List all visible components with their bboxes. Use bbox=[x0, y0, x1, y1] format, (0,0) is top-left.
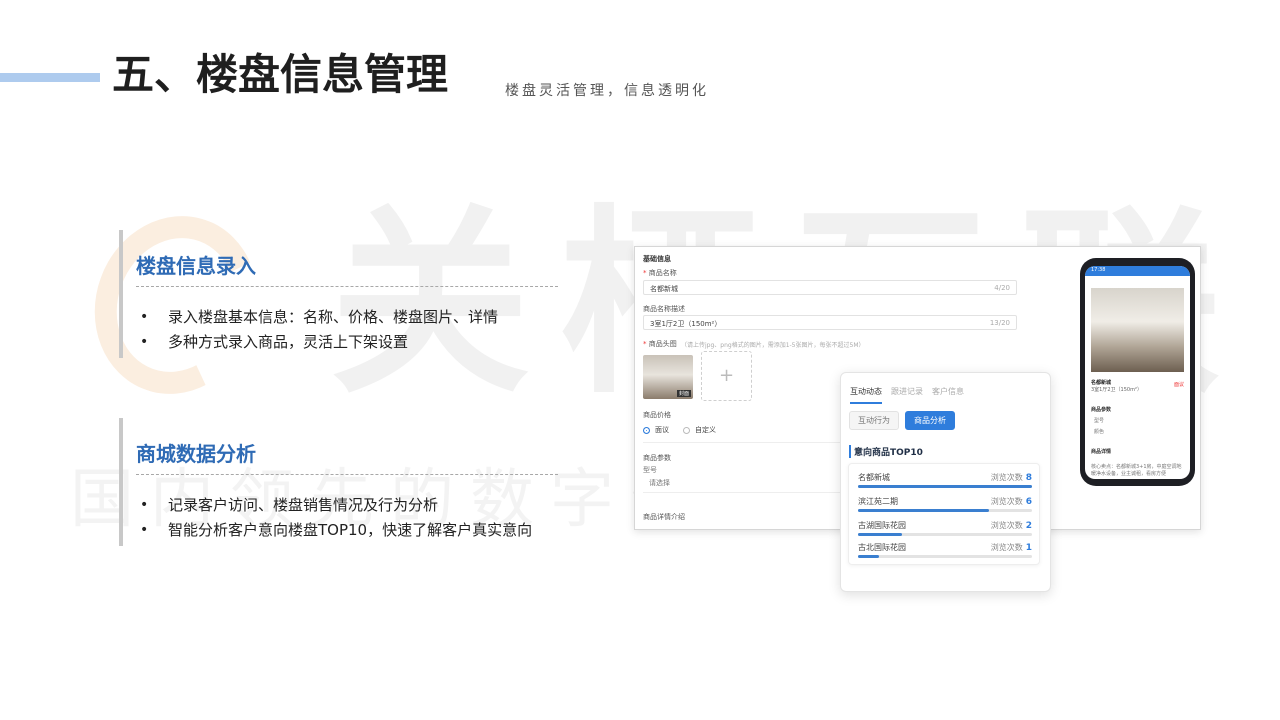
page-subtitle: 楼盘灵活管理，信息透明化 bbox=[505, 83, 709, 99]
tab-followup[interactable]: 跟进记录 bbox=[891, 386, 923, 404]
pill-behavior[interactable]: 互动行为 bbox=[849, 411, 899, 430]
form-divider bbox=[643, 492, 843, 493]
rank-name: 滨江苑二期 bbox=[858, 497, 898, 506]
bullet-item: 智能分析客户意向楼盘TOP10，快速了解客户真实意向 bbox=[136, 518, 559, 543]
phone-listing-sub: 3室1厅2卫（150m²） bbox=[1091, 387, 1142, 393]
bullet-item: 多种方式录入商品，灵活上下架设置 bbox=[136, 330, 559, 355]
top10-title: 意向商品TOP10 bbox=[849, 445, 923, 458]
rank-track bbox=[858, 555, 1032, 558]
phone-mockup: 17:38 名都新城 3室1厅2卫（150m²） 面议 商品参数 型号 颜色 商… bbox=[1080, 258, 1195, 486]
form-section-title: 基础信息 bbox=[643, 255, 671, 263]
phone-detail-title: 商品详情 bbox=[1091, 449, 1112, 455]
rank-row: 名都新城 浏览次数 8 bbox=[858, 472, 1032, 492]
phone-listing-price: 面议 bbox=[1173, 382, 1184, 388]
params-label: 商品参数 bbox=[643, 454, 671, 462]
price-radio-group: 面议 自定义 bbox=[643, 425, 716, 435]
analytics-tabs: 互动动态 跟进记录 客户信息 bbox=[850, 386, 964, 404]
bullet-list: 记录客户访问、楼盘销售情况及行为分析 智能分析客户意向楼盘TOP10，快速了解客… bbox=[136, 493, 559, 543]
price-radio-negotiable[interactable]: 面议 bbox=[643, 425, 669, 435]
phone-status-bar: 17:38 bbox=[1085, 266, 1190, 276]
params-select[interactable]: 请选择 bbox=[649, 478, 670, 488]
desc-label: 商品名称描述 bbox=[643, 305, 685, 313]
rank-bar bbox=[858, 533, 902, 536]
rank-bar bbox=[858, 555, 879, 558]
rank-views: 浏览次数 6 bbox=[990, 497, 1032, 507]
tab-customer-info[interactable]: 客户信息 bbox=[932, 386, 964, 404]
rank-name: 名都新城 bbox=[858, 473, 890, 482]
image-label: * 商品头图 bbox=[643, 340, 677, 348]
rank-track bbox=[858, 485, 1032, 488]
phone-listing-name: 名都新城 bbox=[1091, 380, 1112, 386]
params-item: 型号 bbox=[643, 466, 657, 474]
price-radio-custom[interactable]: 自定义 bbox=[683, 425, 716, 435]
cover-thumbnail[interactable]: 封面 bbox=[643, 355, 693, 399]
desc-input[interactable]: 3室1厅2卫（150m²） 13/20 bbox=[643, 315, 1017, 330]
bullet-list: 录入楼盘基本信息：名称、价格、楼盘图片、详情 多种方式录入商品，灵活上下架设置 bbox=[136, 305, 559, 355]
phone-params-item: 型号 bbox=[1094, 418, 1105, 424]
rank-row: 滨江苑二期 浏览次数 6 bbox=[858, 496, 1032, 516]
rank-views: 浏览次数 8 bbox=[990, 473, 1032, 483]
tab-interaction[interactable]: 互动动态 bbox=[850, 386, 882, 404]
rank-views: 浏览次数 1 bbox=[990, 543, 1032, 553]
phone-detail-text: 核心卖点：名都新城3+1房，中庭空调地暖净水设备，业主诚租，看房方便 bbox=[1091, 464, 1182, 477]
rank-track bbox=[858, 509, 1032, 512]
rank-row: 古北国际花园 浏览次数 1 bbox=[858, 542, 1032, 562]
rank-track bbox=[858, 533, 1032, 536]
phone-params-title: 商品参数 bbox=[1091, 407, 1112, 413]
section-heading: 商城数据分析 bbox=[136, 442, 256, 466]
rank-views: 浏览次数 2 bbox=[990, 521, 1032, 531]
rank-row: 古湖国际花园 浏览次数 2 bbox=[858, 520, 1032, 540]
form-divider bbox=[643, 442, 843, 443]
section-data-analysis: 商城数据分析 记录客户访问、楼盘销售情况及行为分析 智能分析客户意向楼盘TOP1… bbox=[119, 418, 559, 546]
phone-params-item: 颜色 bbox=[1094, 429, 1105, 435]
listing-photo bbox=[1091, 288, 1184, 372]
image-hint: （请上传jpg、png格式的图片，需添加1-5张图片，每张不超过5M） bbox=[681, 342, 865, 349]
section-divider bbox=[136, 474, 558, 475]
radio-dot bbox=[643, 426, 650, 434]
section-divider bbox=[136, 286, 558, 287]
name-input[interactable]: 名都新城 4/20 bbox=[643, 280, 1017, 295]
price-label: 商品价格 bbox=[643, 411, 671, 419]
radio-dot bbox=[683, 426, 690, 434]
detail-label: 商品详情介绍 bbox=[643, 513, 685, 521]
rank-bar bbox=[858, 509, 989, 512]
bullet-item: 记录客户访问、楼盘销售情况及行为分析 bbox=[136, 493, 559, 518]
top10-list: 名都新城 浏览次数 8 滨江苑二期 浏览次数 6 古湖国际花园 浏览次数 2 古北国际… bbox=[848, 463, 1040, 565]
name-label: * 商品名称 bbox=[643, 269, 677, 277]
image-upload-button[interactable]: + bbox=[701, 351, 752, 401]
cover-tag: 封面 bbox=[676, 390, 691, 397]
analytics-card: 互动动态 跟进记录 客户信息 互动行为 商品分析 意向商品TOP10 名都新城 … bbox=[840, 372, 1051, 592]
name-char-count: 4/20 bbox=[994, 284, 1010, 292]
phone-screen: 17:38 名都新城 3室1厅2卫（150m²） 面议 商品参数 型号 颜色 商… bbox=[1085, 266, 1190, 479]
page-title: 五、楼盘信息管理 bbox=[112, 50, 449, 99]
rank-name: 古北国际花园 bbox=[858, 543, 906, 552]
pill-product-analysis[interactable]: 商品分析 bbox=[905, 411, 955, 430]
analytics-pills: 互动行为 商品分析 bbox=[849, 411, 955, 430]
rank-bar bbox=[858, 485, 1032, 488]
section-heading: 楼盘信息录入 bbox=[136, 254, 256, 278]
bullet-item: 录入楼盘基本信息：名称、价格、楼盘图片、详情 bbox=[136, 305, 559, 330]
rank-name: 古湖国际花园 bbox=[858, 521, 906, 530]
desc-char-count: 13/20 bbox=[989, 319, 1010, 327]
section-listing-entry: 楼盘信息录入 录入楼盘基本信息：名称、价格、楼盘图片、详情 多种方式录入商品，灵… bbox=[119, 230, 559, 358]
title-accent-bar bbox=[0, 73, 100, 82]
